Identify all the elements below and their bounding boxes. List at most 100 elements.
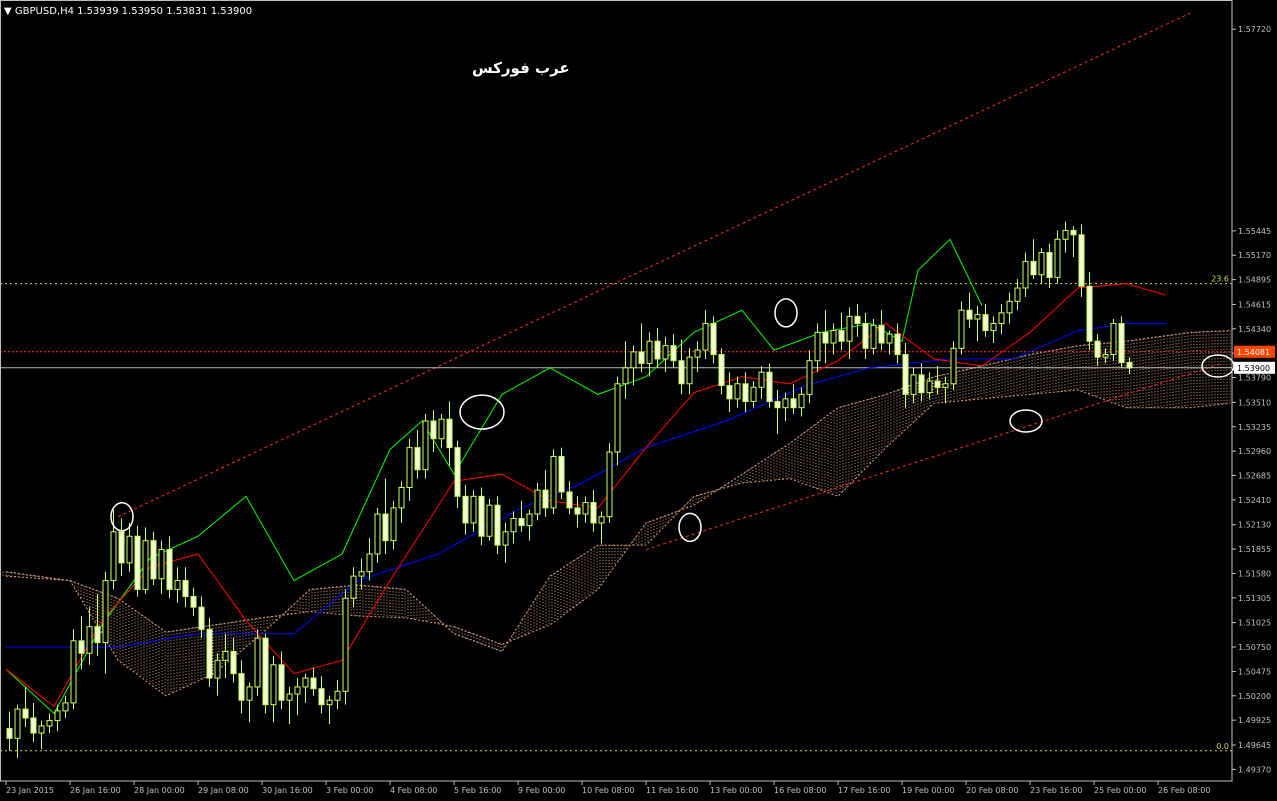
candle-body-bear [590,502,597,524]
candle [894,323,901,364]
candle [598,511,605,544]
watermark-text: عرب فوركس [472,59,570,77]
candle-body-bull [1110,322,1117,356]
candle [478,487,485,546]
candle [198,596,205,639]
candle [830,323,837,355]
candle-body-bear [518,518,525,527]
candle [14,704,21,758]
candle [614,376,621,466]
x-tick-label: 16 Feb 08:00 [774,786,826,795]
candle-body-bear [678,360,685,385]
candle [358,558,365,590]
candle [526,509,533,541]
candle-body-bull [990,322,997,332]
candle-body-bear [934,380,941,388]
candle [262,633,269,714]
candle-body-bear [6,728,13,739]
candle [1054,230,1061,284]
chart-window[interactable]: 23.6 0.0 1.57720 1.55445 1.55170 1.54895 1.54… [0,0,1277,797]
candle-body-bear [982,314,989,332]
candle-body-bull [126,535,133,564]
candle [574,496,581,528]
candle [630,345,637,386]
candle [638,323,645,373]
y-tick-label: 1.52410 [1238,496,1271,505]
candle [366,538,373,581]
candle [390,500,397,550]
x-tick-label: 11 Feb 16:00 [646,786,698,795]
candle-body-bear [182,580,189,598]
candle [862,312,869,359]
x-tick-label: 19 Feb 00:00 [902,786,954,795]
candle-body-bull [54,710,61,722]
candlestick-chart[interactable]: 23.6 0.0 1.57720 1.55445 1.55170 1.54895 1.54… [0,0,1277,797]
candle-body-bull [702,322,709,351]
candle [166,536,173,599]
candle [902,342,909,408]
candle [814,323,821,373]
candle-body-bear [494,504,501,546]
candle-body-bear [278,664,285,701]
symbol-header: ▼ GBPUSD,H4 1.53939 1.53950 1.53831 1.53… [4,6,252,17]
x-tick-label: 23 Jan 2015 [6,786,54,795]
candle-body-bull [334,690,341,701]
annotation-ellipse [678,512,702,543]
candle-body-bull [470,495,477,524]
candle [766,363,773,408]
candle-body-bull [694,349,701,358]
candle [454,440,461,508]
candle [246,682,253,723]
candle-body-bear [566,491,573,509]
candle [470,490,477,532]
y-tick-label: 1.50750 [1238,643,1271,652]
candle-body-bull [1022,260,1029,289]
candle [774,389,781,435]
candle-body-bull [390,507,397,542]
candle [750,381,757,408]
candle-body-bull [326,699,333,706]
candle-body-bear [430,420,437,440]
candle [278,651,285,710]
candle-body-bull [270,664,277,706]
candle-body-bear [726,385,733,400]
y-tick-label: 1.52685 [1238,472,1271,481]
trendline [117,12,1191,518]
candle [710,316,717,364]
candle [910,367,917,404]
candle [670,334,677,368]
candle-body-bull [1038,252,1045,276]
candle [990,316,997,343]
candle [1006,292,1013,324]
candle [310,667,317,696]
candle [686,348,693,395]
candle-body-bull [502,531,509,546]
annotation-ellipse [459,394,505,430]
candle-body-bear [918,374,925,394]
candle-body-bull [110,531,117,582]
candle-body-bull [926,380,933,394]
candle [1118,316,1125,368]
candle [678,339,685,395]
symbol-dropdown-icon[interactable]: ▼ [4,6,12,17]
candle [350,567,357,608]
candle-body-bull [582,502,589,515]
candle-body-bull [798,393,805,409]
candle-body-bear [718,354,725,387]
candle-body-bull [782,398,789,409]
candle [6,711,13,751]
candle [214,653,221,696]
candle-body-bear [166,549,173,590]
candle-body-bear [862,322,869,349]
candle [550,449,557,515]
candle [1022,252,1029,297]
candle [982,303,989,337]
candle-body-bull [158,549,165,580]
candle [606,443,613,523]
candle [742,372,749,413]
candle-body-bull [734,383,741,400]
chikou-span-line [5,238,983,715]
x-tick-label: 26 Feb 08:00 [1158,786,1210,795]
annotation-layer [110,298,1235,543]
annotation-ellipse [774,298,798,328]
